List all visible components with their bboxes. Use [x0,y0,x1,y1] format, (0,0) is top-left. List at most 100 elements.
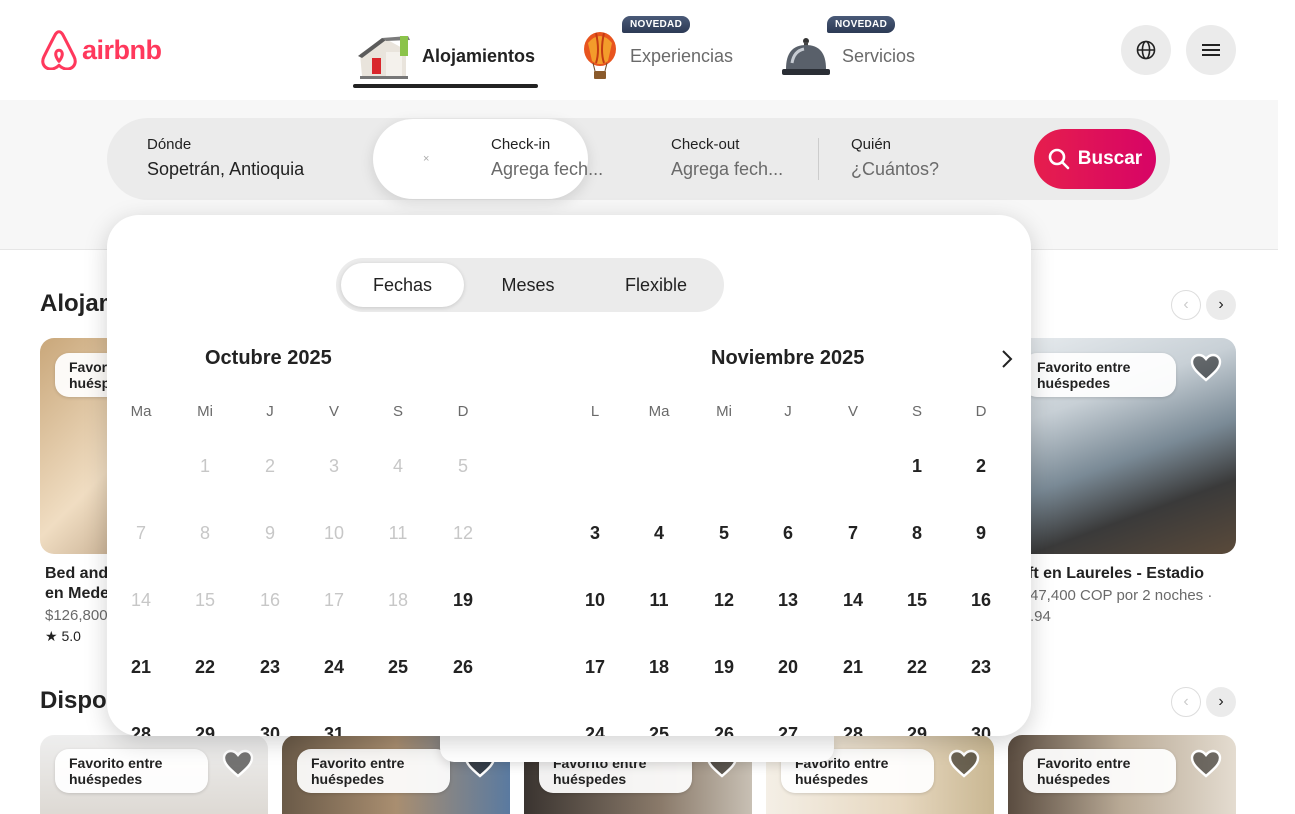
calendar-day[interactable]: 31 [309,709,359,736]
calendar-day[interactable]: 17 [570,642,620,692]
section1-next-button[interactable]: › [1206,290,1236,320]
calendar-day[interactable]: 26 [699,709,749,736]
calendar-day[interactable]: 28 [828,709,878,736]
tab-experiencias[interactable]: Experiencias [580,24,733,88]
calendar-day[interactable]: 23 [245,642,295,692]
calendar-day[interactable]: 21 [828,642,878,692]
calendar-day[interactable]: 21 [116,642,166,692]
weekday-header: V [847,403,858,420]
where-field[interactable]: Dónde Sopetrán, Antioquia [147,118,367,200]
field-divider [818,138,819,180]
listing-rating-2: .94 [1030,608,1051,625]
airbnb-home-page: airbnb Alojamientos Experiencias NOVEDAD… [0,0,1278,814]
calendar-day[interactable]: 20 [763,642,813,692]
calendar-day[interactable]: 18 [634,642,684,692]
calendar-day[interactable]: 15 [892,575,942,625]
menu-button[interactable] [1186,25,1236,75]
calendar-day[interactable]: 30 [245,709,295,736]
heart-icon[interactable] [948,749,980,779]
airbnb-logo[interactable]: airbnb [40,30,162,70]
weekday-header: J [266,403,274,420]
calendar-day[interactable]: 1 [892,441,942,491]
calendar-day[interactable]: 7 [828,508,878,558]
calendar-day[interactable]: 29 [180,709,230,736]
calendar-day[interactable]: 19 [438,575,488,625]
calendar-day: 1 [199,456,210,476]
checkout-field[interactable]: Check-out Agrega fech... [671,118,791,200]
calendar-day[interactable]: 25 [634,709,684,736]
tab-alojamientos[interactable]: Alojamientos [356,24,535,88]
listing-title-1b[interactable]: en Mede [45,584,109,604]
airbnb-wordmark: airbnb [82,34,162,65]
clear-location-icon[interactable]: × [423,153,429,165]
calendar-day[interactable]: 11 [634,575,684,625]
search-button-label: Buscar [1077,148,1143,169]
calendar-day[interactable]: 22 [892,642,942,692]
heart-icon[interactable] [1190,749,1222,779]
calendar-day[interactable]: 4 [634,508,684,558]
calendar-day[interactable]: 28 [116,709,166,736]
hot-air-balloon-icon [584,32,616,79]
calendar-day: 4 [392,456,403,476]
calendar-day[interactable]: 3 [570,508,620,558]
checkin-field[interactable]: Check-in Agrega fech... [491,118,611,200]
calendar-day[interactable]: 5 [699,508,749,558]
section2-prev-button[interactable]: ‹ [1171,687,1201,717]
calendar-day: 15 [194,590,216,610]
calendar-day[interactable]: 26 [438,642,488,692]
who-value: ¿Cuántos? [851,159,940,179]
calendar-day[interactable]: 27 [763,709,813,736]
listing-title-1a[interactable]: Bed and [45,564,108,584]
tab-servicios[interactable]: Servicios [780,24,915,88]
listing-title-2[interactable]: ft en Laureles - Estadio [1028,564,1204,584]
weekday-header: S [911,403,922,420]
calendar-day[interactable]: 12 [699,575,749,625]
heart-icon[interactable] [222,749,254,779]
search-button[interactable]: Buscar [1034,129,1156,189]
calendar-day[interactable]: 14 [828,575,878,625]
weekday-header: J [784,403,792,420]
calendar-day: 8 [199,523,210,543]
heart-icon[interactable] [1190,353,1222,383]
section2-next-button[interactable]: › [1206,687,1236,717]
section-title-disponibles: Dispor [40,687,117,714]
calendar-day[interactable]: 30 [956,709,1006,736]
tab-servicios-label: Servicios [842,45,916,66]
star-icon: ★ [45,628,58,644]
mode-flexible[interactable]: Flexible [592,263,720,307]
calendar-day[interactable]: 24 [570,709,620,736]
calendar-day[interactable]: 9 [956,508,1006,558]
who-field[interactable]: Quién ¿Cuántos? [851,118,1011,200]
mode-meses[interactable]: Meses [466,263,590,307]
calendar-day: 16 [259,590,281,610]
checkin-value: Agrega fech... [491,159,604,179]
calendar-day[interactable]: 25 [373,642,423,692]
calendar-day[interactable]: 8 [892,508,942,558]
favorite-badge: Favorito entre huéspedes [1023,749,1176,793]
search-icon [1048,148,1070,170]
calendar-day[interactable]: 29 [892,709,942,736]
section1-prev-button[interactable]: ‹ [1171,290,1201,320]
favorite-badge: Favorito entre huéspedes [1023,353,1176,397]
language-button[interactable] [1121,25,1171,75]
calendar-day[interactable]: 23 [956,642,1006,692]
listing-price-1: $126,800 [45,607,108,624]
calendar-day[interactable]: 2 [956,441,1006,491]
calendar-day: 18 [387,590,409,610]
calendar-day[interactable]: 24 [309,642,359,692]
tab-experiencias-label: Experiencias [630,45,734,66]
listing-rating-value-1: 5.0 [61,628,81,644]
next-month-chevron-icon[interactable] [994,346,1020,372]
calendar-day[interactable]: 19 [699,642,749,692]
tab-alojamientos-label: Alojamientos [422,45,536,66]
calendar-day[interactable]: 6 [763,508,813,558]
weekday-header: Mi [716,403,732,420]
calendar-day[interactable]: 22 [180,642,230,692]
calendar-day[interactable]: 13 [763,575,813,625]
calendar-day[interactable]: 16 [956,575,1006,625]
mode-fechas[interactable]: Fechas [341,263,464,307]
calendar-day: 5 [457,456,468,476]
calendar-day[interactable]: 10 [570,575,620,625]
who-label: Quién [851,136,892,153]
weekday-header: S [392,403,403,420]
